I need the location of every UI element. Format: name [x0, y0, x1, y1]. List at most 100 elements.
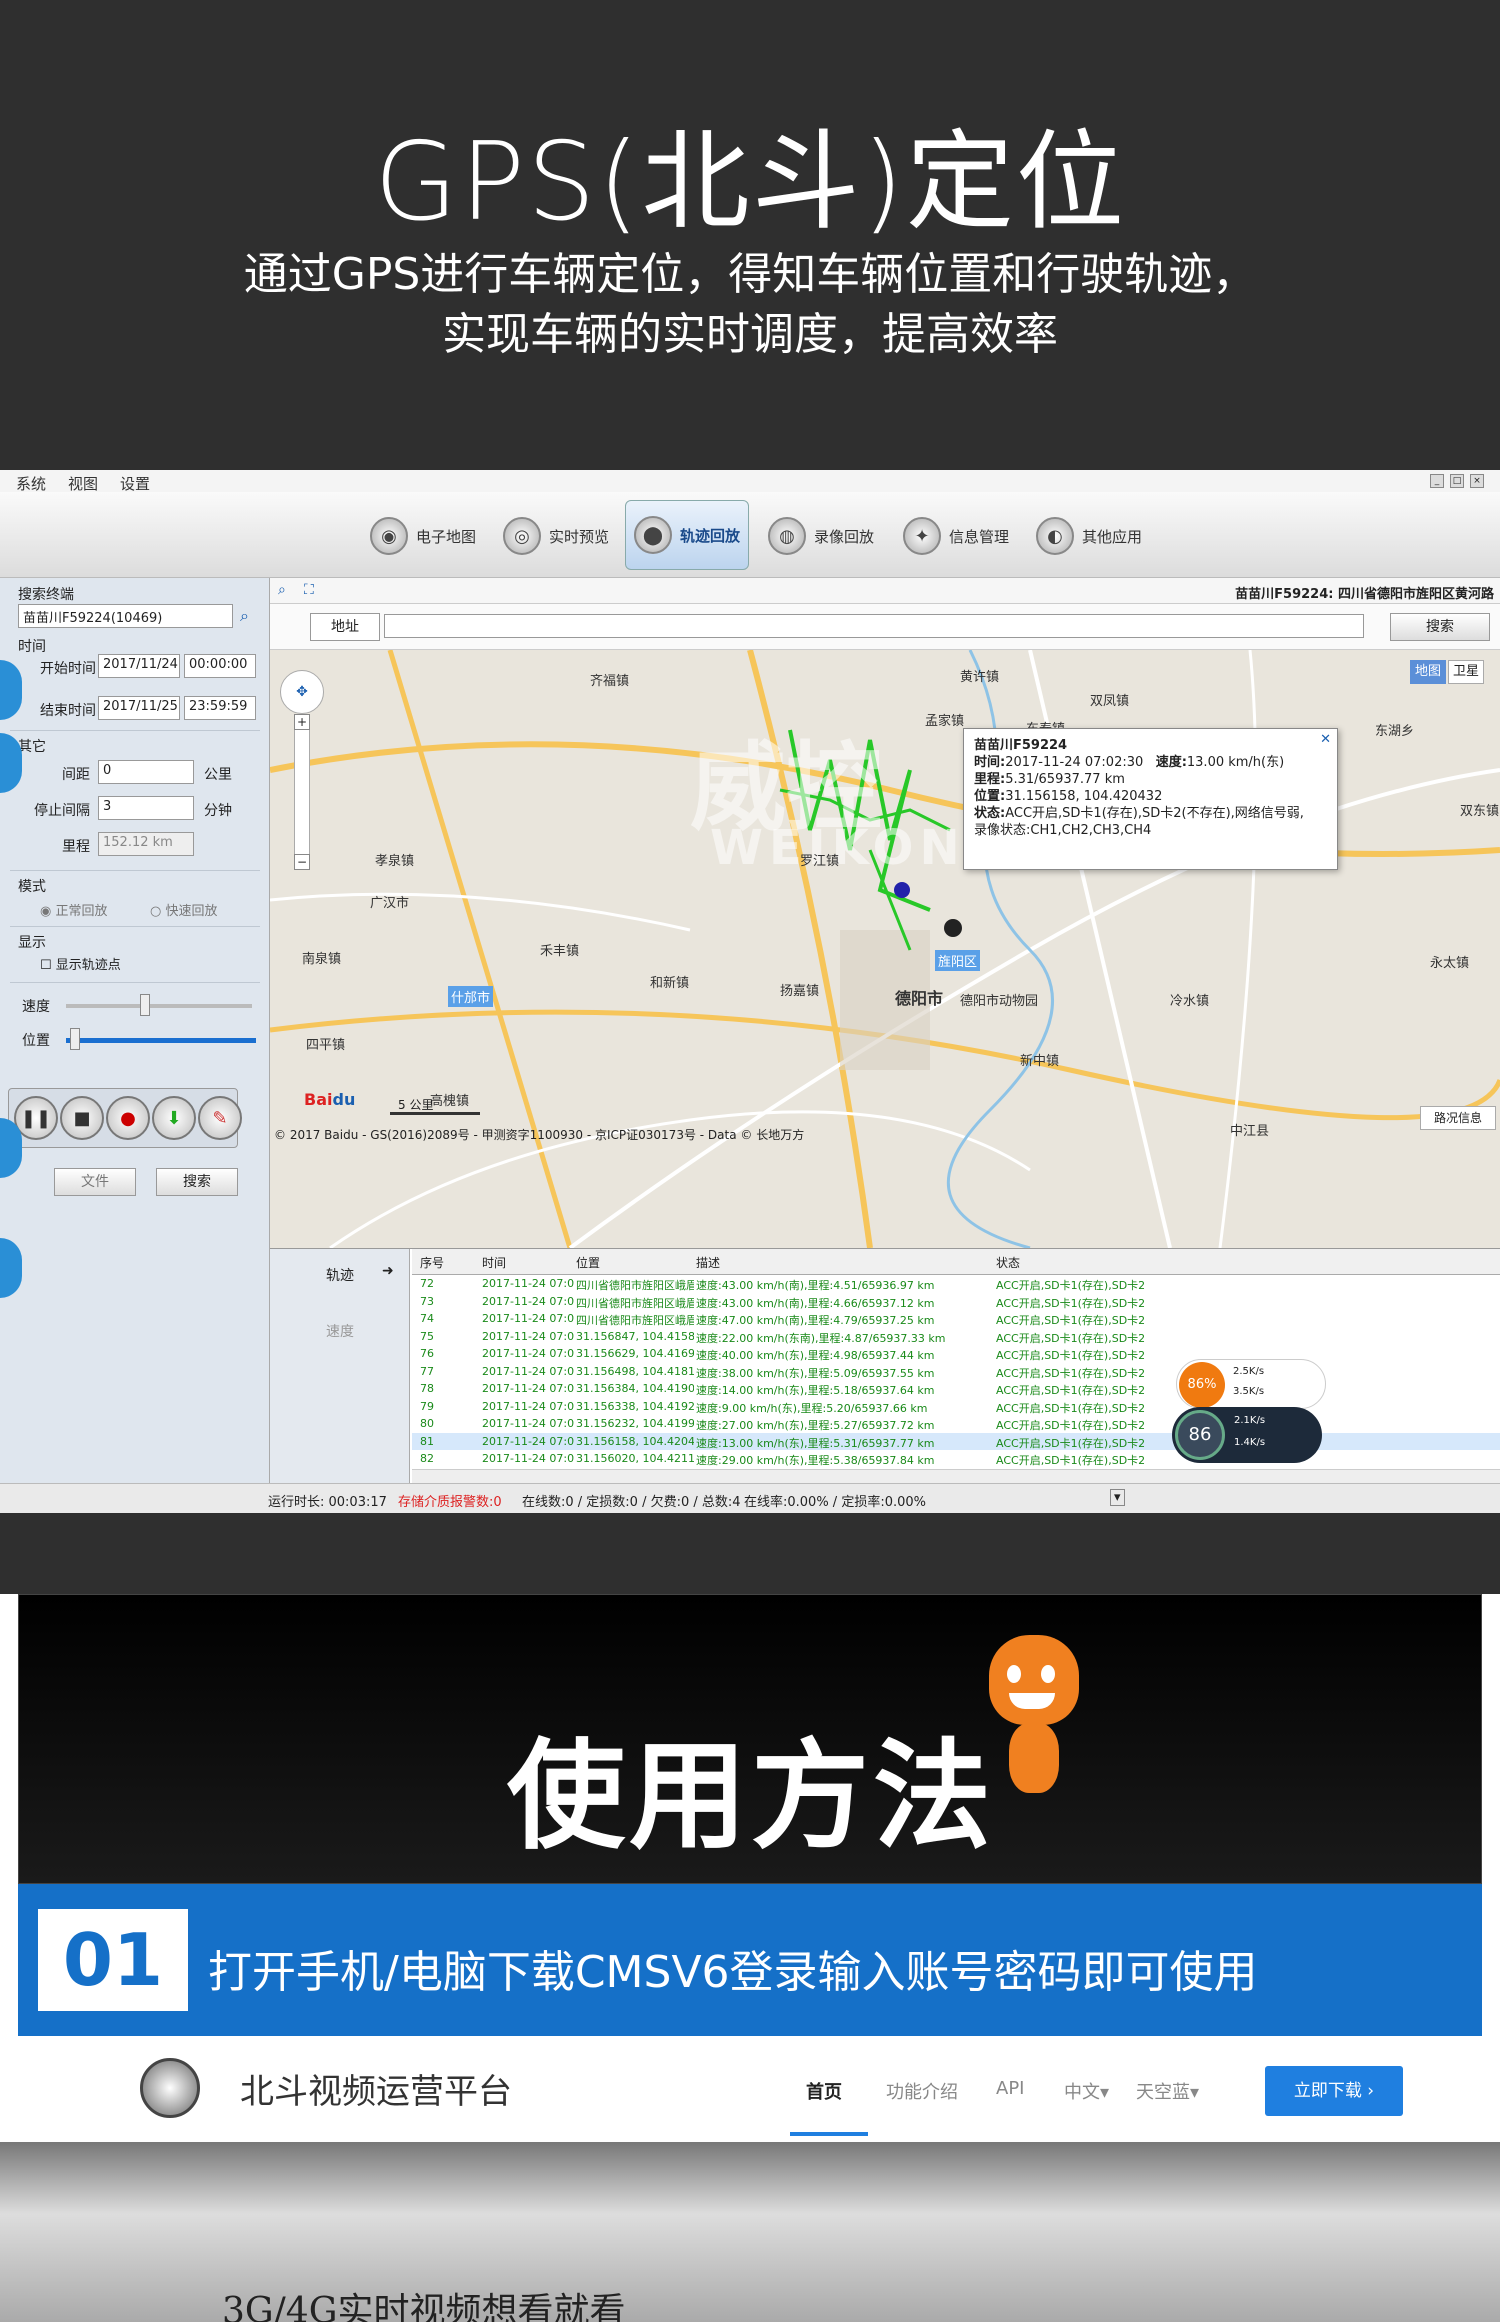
table-row[interactable]: 82 2017-11-24 07:03:0031.156020, 104.4211…	[412, 1450, 1500, 1468]
fullscreen-icon[interactable]: ⛶	[304, 582, 314, 598]
horizontal-scrollbar[interactable]	[412, 1469, 1500, 1483]
traffic-button[interactable]: 路况信息	[1420, 1106, 1496, 1130]
stop-interval-field[interactable]: 3	[98, 796, 194, 820]
stop-icon[interactable]: ■	[60, 1096, 104, 1140]
search-icon[interactable]: ⌕	[278, 582, 286, 598]
terminal-select[interactable]: 苗苗川F59224(10469)	[18, 604, 233, 628]
baidu-map[interactable]: 威控 WEIKONG 齐福镇 黄许镇 孟家镇 东泰镇 旌阳区 德阳市 什邡市 双…	[270, 650, 1500, 1248]
table-row[interactable]: 78 2017-11-24 07:01:3931.156384, 104.4190…	[412, 1380, 1500, 1398]
interval-select[interactable]: 0	[98, 760, 194, 784]
map-scale: 5 公里	[398, 1098, 434, 1112]
clear-icon[interactable]: ✎	[198, 1096, 242, 1140]
speed-slider[interactable]	[66, 1004, 252, 1008]
map-place: 孟家镇	[925, 714, 965, 729]
table-row[interactable]: 80 2017-11-24 07:02:2031.156232, 104.4199…	[412, 1415, 1500, 1433]
tab-speed[interactable]: 速度	[326, 1321, 354, 1341]
speed-slider-handle[interactable]	[140, 994, 150, 1016]
menu-view[interactable]: 视图	[68, 473, 98, 494]
table-row[interactable]: 74 2017-11-24 07:00:59四川省德阳市旌阳区峨眉山路速度:47.…	[412, 1310, 1500, 1328]
close-icon[interactable]: ×	[1470, 474, 1484, 488]
nav-theme[interactable]: 天空蓝▾	[1136, 2078, 1199, 2104]
brand-logo-icon[interactable]	[140, 2058, 200, 2118]
side-float-button[interactable]	[0, 660, 22, 720]
end-time-field[interactable]: 23:59:59	[184, 696, 256, 720]
network-speed-widget[interactable]: 86 2.1K/s 1.4K/s	[1172, 1407, 1322, 1463]
map-place: 禾丰镇	[540, 944, 580, 959]
tab-electronic-map[interactable]: ◉ 电子地图	[362, 508, 484, 564]
status-toggle-icon[interactable]: ▾	[1110, 1489, 1125, 1506]
zoom-in-icon[interactable]: +	[294, 714, 310, 730]
maximize-icon[interactable]: □	[1450, 474, 1464, 488]
runtime-text: 运行时长: 00:03:17	[268, 1495, 387, 1510]
table-cell: ACC开启,SD卡1(存在),SD卡2(不存在)	[996, 1279, 1146, 1292]
radio-normal-playback[interactable]: ◉ 正常回放	[40, 900, 108, 919]
nav-language[interactable]: 中文▾	[1064, 2078, 1109, 2104]
record-button-icon[interactable]: ●	[106, 1096, 150, 1140]
start-time-field[interactable]: 00:00:00	[184, 654, 256, 678]
map-zoom-slider[interactable]	[294, 722, 310, 862]
table-row[interactable]: 76 2017-11-24 07:01:1931.156629, 104.4169…	[412, 1345, 1500, 1363]
table-row[interactable]: 81 2017-11-24 07:02:3031.156158, 104.4204…	[412, 1432, 1500, 1450]
radio-fast-playback[interactable]: ○ 快速回放	[150, 900, 218, 919]
tab-track[interactable]: 轨迹	[326, 1265, 354, 1285]
tab-track-arrow-icon[interactable]: ➜	[382, 1263, 394, 1279]
divider	[10, 870, 260, 871]
menu-system[interactable]: 系统	[16, 473, 46, 494]
map-pan-control-icon[interactable]: ✥	[280, 670, 324, 714]
export-icon[interactable]: ⬇	[152, 1096, 196, 1140]
file-button[interactable]: 文件	[54, 1168, 136, 1196]
column-header[interactable]: 序号	[420, 1254, 478, 1271]
nav-features[interactable]: 功能介绍	[886, 2078, 958, 2104]
table-cell: ACC开启,SD卡1(存在),SD卡2(不存在)	[996, 1331, 1146, 1345]
map-search-button[interactable]: 搜索	[1390, 613, 1490, 641]
download-button[interactable]: 立即下载 ›	[1265, 2066, 1403, 2116]
search-icon[interactable]: ⌕	[240, 606, 249, 626]
network-speed-widget[interactable]: 86% 2.5K/s 3.5K/s	[1176, 1359, 1326, 1409]
column-header[interactable]: 描述	[696, 1254, 994, 1271]
minimize-icon[interactable]: _	[1430, 474, 1444, 488]
map-place: 孝泉镇	[375, 854, 415, 869]
map-type-button[interactable]: 地图	[1410, 660, 1446, 684]
start-date-field[interactable]: 2017/11/24	[98, 654, 180, 678]
column-header[interactable]: 位置	[576, 1254, 694, 1271]
tab-live-preview[interactable]: ◎ 实时预览	[495, 508, 617, 564]
column-header[interactable]: 状态	[996, 1254, 1146, 1271]
position-slider[interactable]	[66, 1038, 256, 1043]
table-cell: 速度:47.00 km/h(南),里程:4.79/65937.25 km	[696, 1314, 935, 1327]
table-row[interactable]: 77 2017-11-24 07:01:2931.156498, 104.4181…	[412, 1363, 1500, 1381]
popup-close-icon[interactable]: ✕	[1320, 731, 1331, 748]
table-cell: 77	[420, 1364, 434, 1378]
table-row[interactable]: 75 2017-11-24 07:01:0931.156847, 104.4158…	[412, 1328, 1500, 1346]
nav-home[interactable]: 首页	[806, 2078, 842, 2104]
map-place: 广汉市	[370, 896, 410, 911]
column-header[interactable]: 时间	[482, 1254, 574, 1271]
search-button[interactable]: 搜索	[156, 1168, 238, 1196]
brand-name[interactable]: 北斗视频运营平台	[240, 2064, 512, 2113]
zoom-out-icon[interactable]: −	[294, 854, 310, 870]
satellite-type-button[interactable]: 卫星	[1448, 660, 1484, 684]
table-row[interactable]: 73 2017-11-24 07:00:49四川省德阳市旌阳区峨眉山路速度:43.…	[412, 1293, 1500, 1311]
map-place: 德阳市动物园	[960, 994, 1039, 1009]
table-row[interactable]: 79 2017-11-24 07:02:1031.156338, 104.4192…	[412, 1398, 1500, 1416]
show-track-points-checkbox[interactable]: ☐ 显示轨迹点	[40, 954, 121, 973]
menu-settings[interactable]: 设置	[120, 473, 150, 494]
tab-info-management[interactable]: ✦ 信息管理	[895, 508, 1017, 564]
table-cell: 31.156232, 104.419924	[576, 1417, 694, 1430]
tab-track-playback[interactable]: ⬤ 轨迹回放	[625, 500, 750, 570]
mileage-field: 152.12 km	[98, 832, 194, 856]
position-slider-handle[interactable]	[70, 1028, 80, 1050]
label: 位置:	[974, 789, 1006, 804]
table-cell: 31.156020, 104.421125	[576, 1452, 694, 1465]
tab-other-apps[interactable]: ◐ 其他应用	[1028, 508, 1150, 564]
table-cell: 2017-11-24 07:02:20	[482, 1417, 574, 1430]
table-cell: 速度:27.00 km/h(东),里程:5.27/65937.72 km	[696, 1419, 935, 1432]
address-input[interactable]	[384, 614, 1364, 638]
map-copyright: © 2017 Baidu - GS(2016)2089号 - 甲测资字11009…	[274, 1128, 805, 1142]
address-button[interactable]: 地址	[310, 613, 380, 641]
end-date-field[interactable]: 2017/11/25	[98, 696, 180, 720]
table-row[interactable]: 72 2017-11-24 07:00:38四川省德阳市旌阳区峨眉山路速度:43.…	[412, 1275, 1500, 1293]
tab-record-playback[interactable]: ◍ 录像回放	[760, 508, 882, 564]
nav-api[interactable]: API	[996, 2078, 1024, 2099]
side-float-button[interactable]	[0, 1238, 22, 1298]
tab-label: 录像回放	[814, 527, 875, 546]
